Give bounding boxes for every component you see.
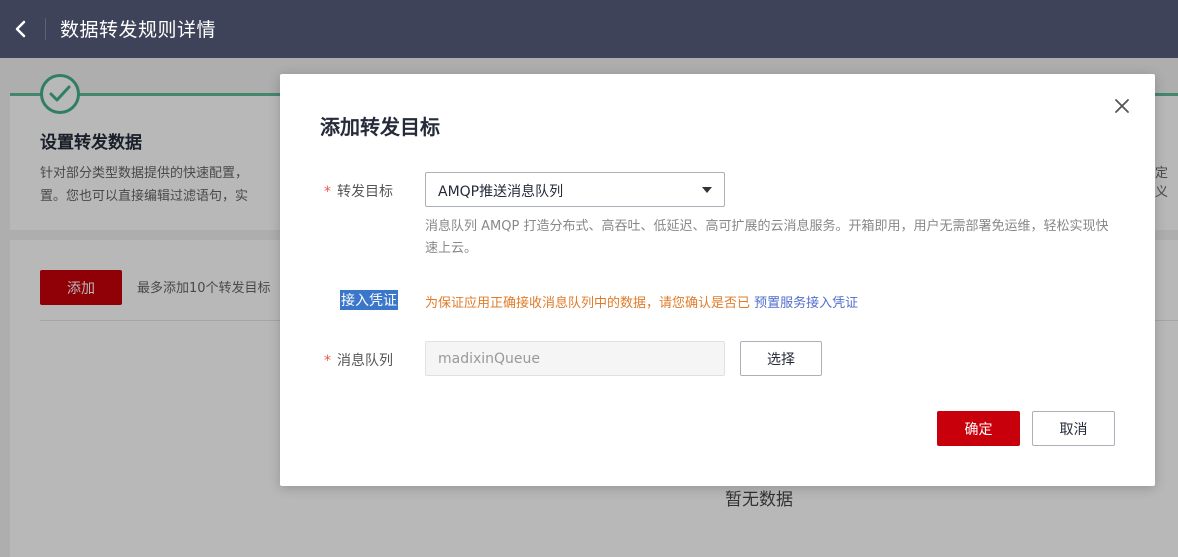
choose-queue-button[interactable]: 选择 xyxy=(740,341,822,376)
close-icon[interactable] xyxy=(1113,97,1131,115)
required-mark: * xyxy=(324,184,331,200)
cancel-button[interactable]: 取消 xyxy=(1032,411,1115,446)
page-title: 数据转发规则详情 xyxy=(60,19,217,41)
dialog-title: 添加转发目标 xyxy=(320,115,440,139)
target-select[interactable]: AMQP推送消息队列 xyxy=(425,172,725,207)
queue-label: * 消息队列 xyxy=(324,353,393,369)
credential-label: 接入凭证 xyxy=(340,290,398,310)
add-target-dialog: 添加转发目标 * 转发目标 AMQP推送消息队列 消息队列 AMQP 打造分布式、… xyxy=(280,74,1155,486)
target-select-value: AMQP推送消息队列 xyxy=(438,184,564,200)
preset-credential-link[interactable]: 预置服务接入凭证 xyxy=(754,296,858,311)
top-bar: 数据转发规则详情 xyxy=(0,0,1178,58)
chevron-left-icon[interactable] xyxy=(10,17,32,41)
caret-down-icon xyxy=(702,187,712,193)
credential-warning: 为保证应用正确接收消息队列中的数据，请您确认是否已 预置服务接入凭证 xyxy=(425,296,859,311)
required-mark: * xyxy=(324,353,331,369)
queue-input[interactable] xyxy=(425,341,725,376)
target-label: * 转发目标 xyxy=(324,184,393,200)
confirm-button[interactable]: 确定 xyxy=(937,411,1020,446)
target-description: 消息队列 AMQP 打造分布式、高吞吐、低延迟、高可扩展的云消息服务。开箱即用，… xyxy=(425,219,1109,256)
header-divider xyxy=(45,18,46,40)
empty-state-text: 暂无数据 xyxy=(725,490,793,510)
